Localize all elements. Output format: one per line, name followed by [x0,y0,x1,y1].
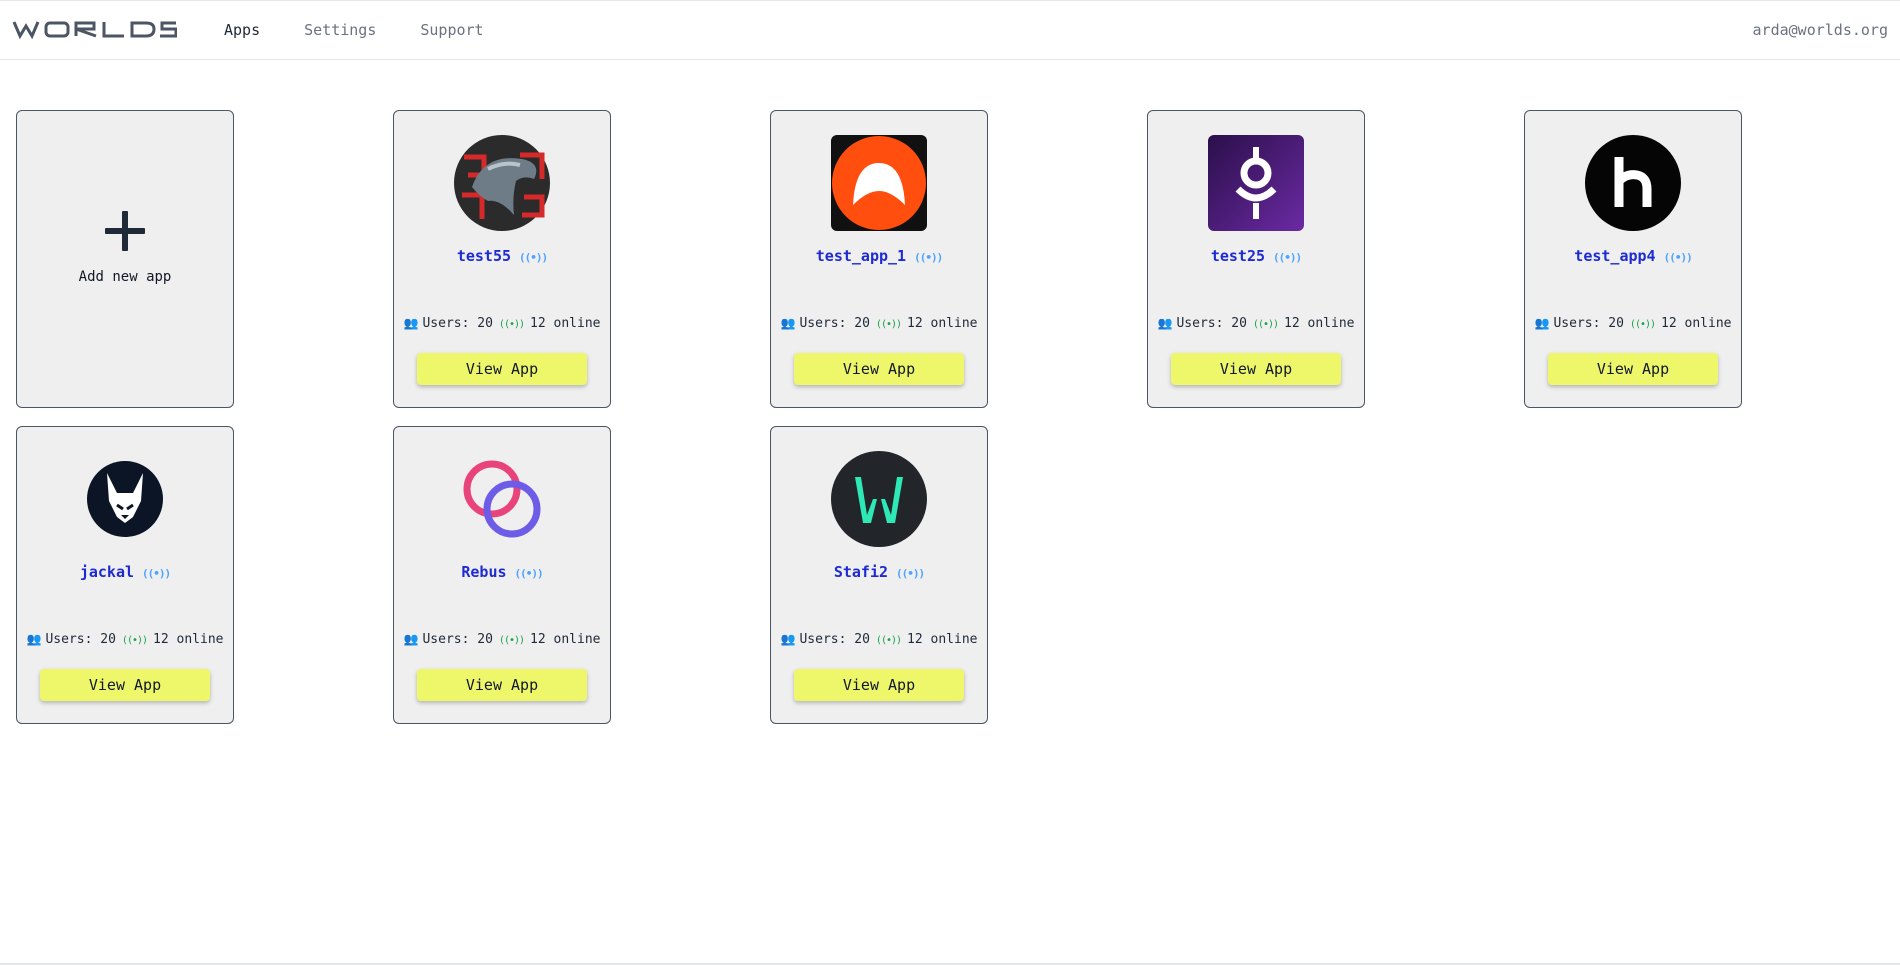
app-name[interactable]: Stafi2 [834,563,888,581]
app-name[interactable]: Rebus [461,563,506,581]
app-name[interactable]: jackal [80,563,134,581]
users-icon: 👥 [1157,316,1173,330]
view-app-button[interactable]: View App [1171,353,1341,385]
w-logo [831,451,927,547]
online-count: 12 online [907,316,978,331]
users-icon: 👥 [1534,316,1550,330]
online-count: 12 online [530,632,601,647]
orange-arch-logo [831,135,927,231]
users-count: Users: 20 [422,316,493,331]
main-nav: Apps Settings Support [224,21,528,39]
online-count: 12 online [530,316,601,331]
live-icon: ((•)) [514,567,544,580]
online-icon: ((•)) [121,635,148,646]
app-card-rebus: Rebus ((•)) 👥 Users: 20 ((•)) 12 online View… [393,426,611,724]
users-count: Users: 20 [799,316,870,331]
live-icon: ((•)) [519,251,548,264]
users-icon: 👥 [780,316,796,330]
users-icon: 👥 [403,632,419,646]
online-count: 12 online [153,632,224,647]
live-icon: ((•)) [1273,251,1302,264]
view-app-button[interactable]: View App [417,669,587,701]
purple-ring-logo [1208,135,1304,231]
nav-settings[interactable]: Settings [304,21,376,39]
live-icon: ((•)) [142,567,171,580]
view-app-button[interactable]: View App [417,353,587,385]
jackal-logo [77,451,173,547]
worlds-wordmark [12,21,177,39]
users-icon: 👥 [403,316,419,330]
users-count: Users: 20 [1553,316,1624,331]
apps-grid: Add new app test55 ((•)) 👥 Users: 20 ((•)) 1… [16,110,1886,730]
shark-logo [454,135,550,231]
app-stats: 👥 Users: 20 ((•)) 12 online [771,316,987,331]
online-icon: ((•)) [498,319,525,330]
app-name[interactable]: test55 [457,247,511,265]
online-count: 12 online [907,632,978,647]
nav-apps[interactable]: Apps [224,21,260,39]
app-name[interactable]: test25 [1211,247,1265,265]
worlds-logo[interactable] [12,17,177,41]
add-new-app-label: Add new app [78,269,172,285]
online-icon: ((•)) [875,635,902,646]
app-name[interactable]: test_app4 [1574,247,1655,265]
app-card-test25: test25 ((•)) 👥 Users: 20 ((•)) 12 online Vie… [1147,110,1365,408]
black-h-logo [1585,135,1681,231]
app-stats: 👥 Users: 20 ((•)) 12 online [1148,316,1364,331]
view-app-button[interactable]: View App [794,669,964,701]
online-icon: ((•)) [498,635,525,646]
online-icon: ((•)) [1629,319,1656,330]
plus-icon [105,211,145,251]
app-card-jackal: jackal ((•)) 👥 Users: 20 ((•)) 12 online Vie… [16,426,234,724]
app-card-test55: test55 ((•)) 👥 Users: 20 ((•)) 12 online Vie… [393,110,611,408]
app-stats: 👥 Users: 20 ((•)) 12 online [1525,316,1741,331]
users-count: Users: 20 [1176,316,1247,331]
users-count: Users: 20 [45,632,116,647]
view-app-button[interactable]: View App [40,669,210,701]
app-stats: 👥 Users: 20 ((•)) 12 online [394,632,610,647]
view-app-button[interactable]: View App [794,353,964,385]
app-stats: 👥 Users: 20 ((•)) 12 online [17,632,233,647]
app-card-test_app_1: test_app_1 ((•)) 👥 Users: 20 ((•)) 12 online… [770,110,988,408]
users-icon: 👥 [780,632,796,646]
app-stats: 👥 Users: 20 ((•)) 12 online [771,632,987,647]
app-stats: 👥 Users: 20 ((•)) 12 online [394,316,610,331]
online-count: 12 online [1661,316,1732,331]
app-name[interactable]: test_app_1 [816,247,906,265]
users-count: Users: 20 [422,632,493,647]
nav-support[interactable]: Support [420,21,483,39]
live-icon: ((•)) [914,251,943,264]
app-card-test_app4: test_app4 ((•)) 👥 Users: 20 ((•)) 12 online … [1524,110,1742,408]
user-email[interactable]: arda@worlds.org [1753,21,1888,39]
live-icon: ((•)) [1663,251,1693,264]
top-navigation-bar: Apps Settings Support arda@worlds.org [0,0,1900,60]
online-count: 12 online [1284,316,1355,331]
users-icon: 👥 [26,632,42,646]
add-new-app-card[interactable]: Add new app [16,110,234,408]
live-icon: ((•)) [896,567,925,580]
online-icon: ((•)) [1252,319,1279,330]
app-card-stafi2: Stafi2 ((•)) 👥 Users: 20 ((•)) 12 online Vie… [770,426,988,724]
users-count: Users: 20 [799,632,870,647]
rebus-rings-logo [454,451,550,547]
online-icon: ((•)) [875,319,902,330]
view-app-button[interactable]: View App [1548,353,1718,385]
